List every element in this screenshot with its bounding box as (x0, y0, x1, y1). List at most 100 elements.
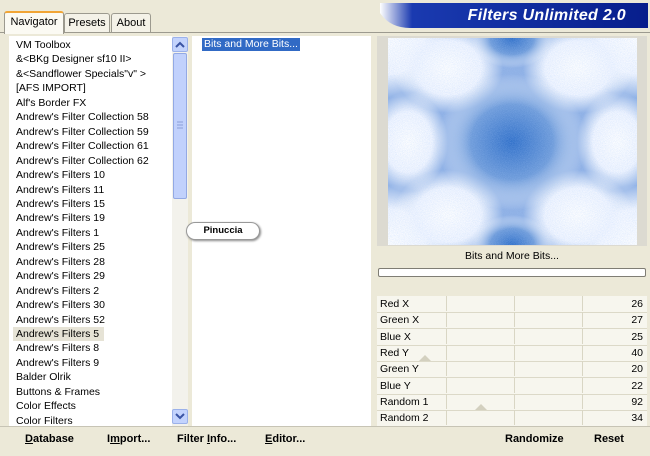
category-item[interactable]: Andrew's Filters 25 (16, 240, 105, 254)
slider-marker (419, 354, 431, 361)
param-row[interactable]: Green Y 20 (377, 361, 647, 379)
category-item[interactable]: [AFS IMPORT] (16, 81, 86, 95)
category-item[interactable]: Andrew's Filters 1 (16, 226, 99, 240)
param-row[interactable]: Red Y 40 (377, 344, 647, 362)
category-item[interactable]: Andrew's Filters 28 (16, 255, 105, 269)
app-title: Filters Unlimited 2.0 (467, 7, 626, 24)
scroll-down-button[interactable] (172, 409, 188, 424)
category-item[interactable]: Color Effects (16, 399, 76, 413)
param-name: Random 2 (380, 412, 429, 425)
category-item[interactable]: VM Toolbox (16, 38, 71, 52)
param-value: 27 (631, 314, 643, 327)
param-row[interactable]: Blue X 25 (377, 328, 647, 346)
category-item[interactable]: Andrew's Filter Collection 62 (16, 154, 149, 168)
slider-tick (514, 410, 515, 426)
tab-presets[interactable]: Presets (64, 13, 110, 32)
param-row[interactable]: Random 1 92 (377, 393, 647, 411)
category-item[interactable]: Andrew's Filters 15 (16, 197, 105, 211)
import-button[interactable]: Import... (107, 432, 150, 446)
param-name: Blue Y (380, 379, 411, 392)
category-item[interactable]: Andrew's Filters 2 (16, 284, 99, 298)
slider-tick (582, 393, 583, 409)
param-name: Green Y (380, 363, 419, 376)
preview-image (388, 38, 637, 245)
category-item-selected[interactable]: Andrew's Filters 5 (13, 327, 105, 341)
param-name: Red Y (380, 346, 409, 359)
database-button[interactable]: Database (25, 432, 74, 446)
slider-tick (582, 410, 583, 426)
param-name: Random 1 (380, 395, 429, 408)
slider-tick (582, 328, 583, 344)
param-value: 92 (631, 395, 643, 408)
slider-tick (446, 328, 447, 344)
reset-button[interactable]: Reset (594, 432, 624, 446)
header-banner: Filters Unlimited 2.0 (380, 3, 648, 28)
param-value: 25 (631, 330, 643, 343)
category-item[interactable]: Andrew's Filters 11 (16, 183, 104, 197)
editor-button[interactable]: Editor... (265, 432, 305, 446)
filter-item-selected[interactable]: Bits and More Bits... (202, 38, 300, 51)
category-item[interactable]: Andrew's Filters 10 (16, 168, 105, 182)
param-row[interactable]: Green X 27 (377, 312, 647, 330)
scroll-up-button[interactable] (172, 37, 188, 52)
category-item[interactable]: Color Filters (16, 414, 73, 426)
category-list[interactable]: VM Toolbox &<BKg Designer sf10 II> &<Sandf… (9, 36, 172, 426)
category-item[interactable]: Balder Olrik (16, 370, 71, 384)
category-item[interactable]: Andrew's Filter Collection 61 (16, 139, 149, 153)
chevron-up-icon (175, 41, 185, 48)
param-row[interactable]: Random 2 34 (377, 410, 647, 428)
watermark-badge: Pinuccia (186, 222, 260, 240)
category-item[interactable]: Andrew's Filter Collection 59 (16, 125, 149, 139)
slider-tick (514, 312, 515, 328)
slider-tick (582, 312, 583, 328)
slider-tick (446, 361, 447, 377)
slider-tick (582, 344, 583, 360)
slider-tick (446, 410, 447, 426)
param-name: Blue X (380, 330, 411, 343)
category-item[interactable]: Andrew's Filter Collection 58 (16, 110, 149, 124)
slider-tick (514, 296, 515, 311)
slider-tick (514, 328, 515, 344)
category-item[interactable]: Andrew's Filters 52 (16, 313, 105, 327)
category-item[interactable]: Andrew's Filters 30 (16, 298, 105, 312)
progress-bar (378, 268, 646, 277)
filter-info-button[interactable]: Filter Info... (177, 432, 236, 446)
slider-tick (446, 344, 447, 360)
category-item[interactable]: Andrew's Filters 19 (16, 211, 105, 225)
category-item[interactable]: &<Sandflower Specials"v" > (16, 67, 146, 81)
scroll-thumb[interactable] (173, 53, 187, 199)
slider-tick (446, 377, 447, 393)
param-row[interactable]: Blue Y 22 (377, 377, 647, 395)
slider-tick (582, 361, 583, 377)
category-item[interactable]: Andrew's Filters 8 (16, 341, 99, 355)
randomize-button[interactable]: Randomize (505, 432, 564, 446)
chevron-down-icon (175, 413, 185, 420)
param-value: 34 (631, 412, 643, 425)
param-value: 40 (631, 346, 643, 359)
slider-tick (582, 296, 583, 311)
category-item[interactable]: Andrew's Filters 29 (16, 269, 105, 283)
slider-tick (446, 312, 447, 328)
param-name: Red X (380, 298, 410, 310)
preview-filter-label: Bits and More Bits... (465, 250, 559, 262)
slider-tick (514, 361, 515, 377)
grip-icon (177, 121, 183, 129)
category-item[interactable]: Alf's Border FX (16, 96, 86, 110)
slider-tick (446, 393, 447, 409)
category-item[interactable]: Andrew's Filters 9 (16, 356, 99, 370)
category-item[interactable]: Buttons & Frames (16, 385, 100, 399)
param-row[interactable]: Red X 26 (377, 296, 647, 313)
param-value: 26 (631, 298, 643, 310)
param-name: Green X (380, 314, 420, 327)
slider-tick (446, 296, 447, 311)
tab-navigator[interactable]: Navigator (4, 11, 64, 34)
parameter-panel[interactable]: Red X 26 Green X 27 Blue X 25 Red Y 40 Green Y 20… (377, 296, 647, 428)
preview-panel (377, 36, 647, 246)
slider-marker (475, 403, 487, 410)
param-value: 22 (631, 379, 643, 392)
category-item[interactable]: &<BKg Designer sf10 II> (16, 52, 132, 66)
slider-tick (514, 344, 515, 360)
slider-tick (514, 393, 515, 409)
tab-about[interactable]: About (111, 13, 151, 32)
slider-tick (514, 377, 515, 393)
